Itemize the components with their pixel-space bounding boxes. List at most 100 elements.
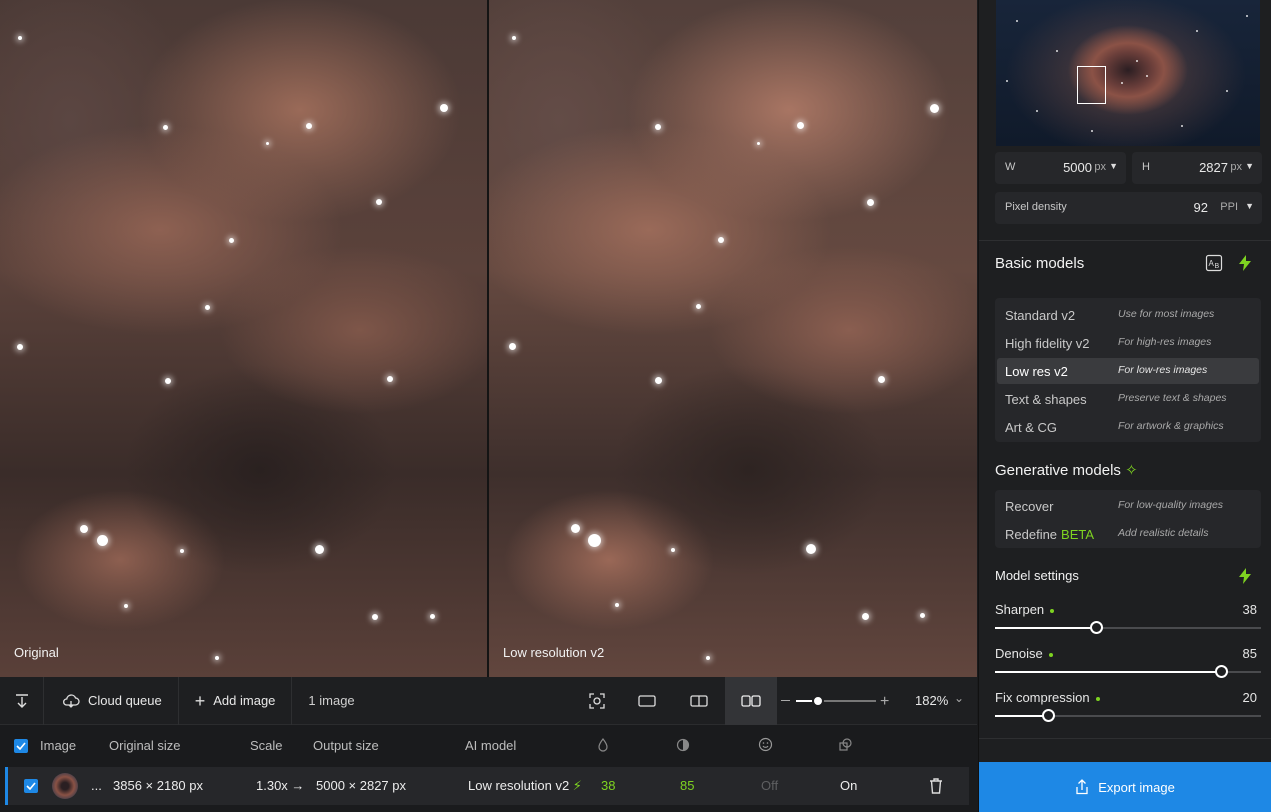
bolt-icon[interactable] [1238,567,1252,585]
generative-models-label: Generative models [995,462,1121,479]
select-all-checkbox[interactable] [14,739,28,753]
app-window: Original Low resolution v2 Cloud queue +… [0,0,1271,812]
screenshot-button[interactable] [571,677,623,725]
zoom-dropdown-chevron-icon[interactable]: ⌄ [954,691,964,705]
side-by-side-icon [741,695,761,707]
row-scale: 1.30x → [256,778,305,793]
single-view-button[interactable] [621,677,673,725]
denoise-circle-icon [676,738,690,752]
header-ai-model: AI model [465,738,517,753]
export-image-label: Export image [1098,779,1175,795]
denoise-label: Denoise [995,646,1053,661]
header-scale: Scale [250,738,283,753]
cloud-queue-button[interactable]: Cloud queue [44,676,179,725]
row-thumbnail [52,773,78,799]
status-dot [1095,696,1100,701]
header-original-size: Original size [109,738,181,753]
trash-icon[interactable] [928,777,944,795]
generative-models-title: Generative models ✧ [995,461,1138,479]
sharpen-drop-icon [598,738,608,752]
model-high-fidelity-v2[interactable]: High fidelity v2 For high-res images [997,330,1259,356]
bolt-icon[interactable] [1238,254,1252,272]
row-ai-model-label: Low resolution v2 [468,778,570,793]
model-low-res-v2[interactable]: Low res v2 For low-res images [997,358,1259,384]
slider-thumb[interactable] [1215,665,1229,678]
model-desc: For low-res images [1118,364,1208,376]
chevron-down-icon[interactable]: ▼ [1245,201,1254,211]
arrow-down-icon [15,693,28,708]
single-view-icon [638,695,656,707]
image-count: 1 image [308,693,355,708]
viewport-box[interactable] [1077,66,1106,104]
table-header: Image Original size Scale Output size AI… [0,725,977,765]
model-standard-v2[interactable]: Standard v2 Use for most images [997,302,1259,328]
svg-text:B: B [1215,263,1220,270]
row-more[interactable]: ... [91,778,102,793]
section-divider [979,240,1271,241]
fix-compression-value: 20 [1242,690,1257,705]
split-view-button[interactable] [673,677,725,725]
zoom-slider[interactable] [796,695,876,707]
model-name: High fidelity v2 [1005,336,1090,351]
bolt-icon: ⚡ [572,778,582,793]
model-name: Standard v2 [1005,308,1076,323]
row-checkbox[interactable] [24,779,38,793]
model-redefine[interactable]: Redefine BETA Add realistic details [997,521,1259,547]
beta-badge: BETA [1061,527,1095,542]
pixel-density-unit: PPI [1220,201,1238,213]
denoise-slider[interactable] [995,665,1261,678]
model-desc: Add realistic details [1118,527,1209,539]
focus-icon [589,693,605,709]
status-dot [1048,652,1053,657]
sharpen-label: Sharpen [995,602,1055,617]
model-name-text: Redefine [1005,527,1058,542]
model-text-shapes[interactable]: Text & shapes Preserve text & shapes [997,386,1259,412]
zoom-slider-thumb[interactable] [811,695,824,707]
pixel-density-field[interactable]: Pixel density 92 PPI ▼ [995,192,1262,224]
height-value[interactable]: 2827 [1199,160,1228,175]
export-image-button[interactable]: Export image [979,762,1271,812]
compare-models-icon[interactable]: AB [1205,254,1223,272]
navigator-thumbnail[interactable] [996,0,1260,146]
height-field[interactable]: H 2827 px ▼ [1132,152,1262,184]
denoise-value: 85 [1242,646,1257,661]
chevron-down-icon[interactable]: ▼ [1109,161,1118,171]
split-view-icon [690,695,708,707]
denoise-label-text: Denoise [995,646,1043,661]
model-art-cg[interactable]: Art & CG For artwork & graphics [997,414,1259,440]
sharpen-slider[interactable] [995,621,1261,634]
sparkle-icon: ✧ [1125,462,1138,479]
original-label: Original [14,645,59,660]
fix-compression-label: Fix compression [995,690,1100,705]
add-image-button[interactable]: + Add image [179,676,293,725]
download-button[interactable] [0,676,44,725]
row-color: On [840,778,858,793]
face-icon [758,737,773,752]
slider-thumb[interactable] [1042,709,1056,722]
model-desc: Preserve text & shapes [1118,392,1227,404]
row-ai-model: Low resolution v2 ⚡ [468,778,582,794]
model-settings-title: Model settings [995,568,1079,583]
model-recover[interactable]: Recover For low-quality images [997,493,1259,519]
zoom-out-button[interactable] [781,700,790,701]
width-value[interactable]: 5000 [1063,160,1092,175]
width-field[interactable]: W 5000 px ▼ [995,152,1126,184]
sharpen-value: 38 [1242,602,1257,617]
model-name: Redefine BETA [1005,527,1094,542]
chevron-down-icon[interactable]: ▼ [1245,161,1254,171]
row-original-size: 3856 × 2180 px [113,778,203,793]
model-name: Low res v2 [1005,364,1068,379]
share-icon [1076,779,1088,795]
image-preview[interactable]: Original Low resolution v2 [0,0,977,677]
row-face: Off [761,778,779,793]
pixel-density-value[interactable]: 92 [1194,200,1208,215]
section-divider [979,738,1271,739]
header-output-size: Output size [313,738,379,753]
generative-models-list: Recover For low-quality images Redefine B… [995,490,1261,548]
table-row[interactable]: ... 3856 × 2180 px 1.30x → 5000 × 2827 p… [5,767,969,805]
side-by-side-view-button[interactable] [725,677,777,725]
row-sharpen: 38 [601,778,616,793]
zoom-in-button[interactable]: + [880,693,889,711]
fix-compression-slider[interactable] [995,709,1261,722]
slider-thumb[interactable] [1090,621,1104,634]
